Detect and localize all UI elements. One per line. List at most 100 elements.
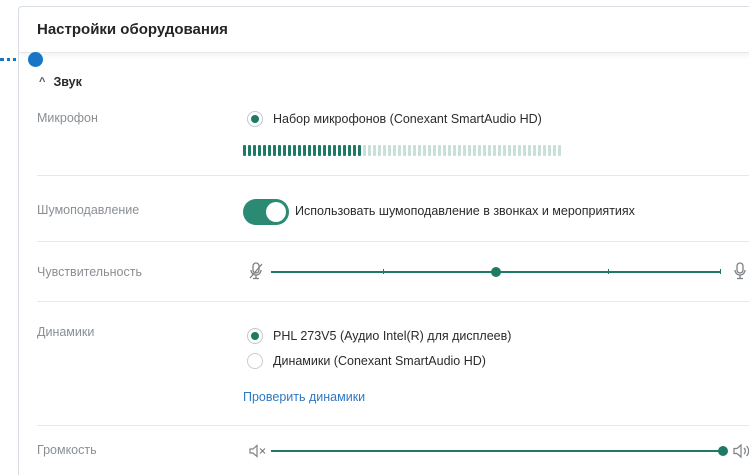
level-bar: [553, 145, 556, 156]
speaker-option-1[interactable]: PHL 273V5 (Аудио Intel(R) для дисплеев): [247, 328, 511, 344]
level-bar: [428, 145, 431, 156]
level-bar: [313, 145, 316, 156]
mic-muted-icon: [249, 262, 263, 280]
level-bar: [343, 145, 346, 156]
level-bar: [413, 145, 416, 156]
volume-up-icon: [733, 443, 749, 459]
level-bar: [538, 145, 541, 156]
level-bar: [423, 145, 426, 156]
level-bar: [508, 145, 511, 156]
hardware-settings-panel: Настройки оборудования ^ Звук Микрофон Н…: [18, 6, 749, 475]
level-bar: [473, 145, 476, 156]
level-bar: [488, 145, 491, 156]
level-bar: [483, 145, 486, 156]
level-bar: [558, 145, 561, 156]
section-sound-title: Звук: [53, 75, 82, 89]
noise-suppression-toggle[interactable]: [243, 199, 289, 225]
level-bar: [513, 145, 516, 156]
noise-suppression-label: Шумоподавление: [37, 203, 140, 217]
level-bar: [518, 145, 521, 156]
section-sound-header[interactable]: ^ Звук: [39, 75, 82, 89]
level-bar: [283, 145, 286, 156]
level-bar: [318, 145, 321, 156]
divider: [37, 301, 749, 302]
chevron-up-icon: ^: [39, 76, 46, 88]
slider-tick: [608, 269, 609, 274]
level-bar: [253, 145, 256, 156]
level-bar: [353, 145, 356, 156]
level-bar: [323, 145, 326, 156]
level-bar: [273, 145, 276, 156]
level-bar: [248, 145, 251, 156]
level-bar: [548, 145, 551, 156]
speakers-label: Динамики: [37, 325, 95, 339]
radio-selected-icon: [247, 328, 263, 344]
slider-tick: [383, 269, 384, 274]
microphone-level-meter: [243, 145, 561, 156]
level-bar: [398, 145, 401, 156]
sensitivity-label: Чувствительность: [37, 265, 142, 279]
level-bar: [533, 145, 536, 156]
level-bar: [278, 145, 281, 156]
level-bar: [463, 145, 466, 156]
divider: [37, 241, 749, 242]
divider: [37, 175, 749, 176]
level-bar: [243, 145, 246, 156]
level-bar: [293, 145, 296, 156]
radio-unselected-icon: [247, 353, 263, 369]
level-bar: [363, 145, 366, 156]
test-speakers-link[interactable]: Проверить динамики: [243, 390, 365, 404]
level-bar: [443, 145, 446, 156]
level-bar: [408, 145, 411, 156]
level-bar: [348, 145, 351, 156]
level-bar: [458, 145, 461, 156]
level-bar: [328, 145, 331, 156]
level-bar: [393, 145, 396, 156]
level-bar: [498, 145, 501, 156]
speaker-option-2[interactable]: Динамики (Conexant SmartAudio HD): [247, 353, 486, 369]
level-bar: [263, 145, 266, 156]
connector-node: [28, 52, 43, 67]
noise-suppression-toggle-label: Использовать шумоподавление в звонках и …: [295, 204, 635, 218]
level-bar: [258, 145, 261, 156]
mic-icon: [734, 262, 746, 280]
divider: [37, 425, 749, 426]
level-bar: [358, 145, 361, 156]
microphone-label: Микрофон: [37, 111, 98, 125]
radio-selected-icon: [247, 111, 263, 127]
level-bar: [478, 145, 481, 156]
level-bar: [308, 145, 311, 156]
level-bar: [338, 145, 341, 156]
level-bar: [543, 145, 546, 156]
slider-tick: [720, 269, 721, 274]
microphone-option[interactable]: Набор микрофонов (Conexant SmartAudio HD…: [247, 111, 542, 127]
level-bar: [378, 145, 381, 156]
level-bar: [523, 145, 526, 156]
panel-title: Настройки оборудования: [19, 7, 749, 53]
level-bar: [268, 145, 271, 156]
level-bar: [528, 145, 531, 156]
slider-track: [271, 450, 723, 452]
volume-label: Громкость: [37, 443, 97, 457]
level-bar: [303, 145, 306, 156]
level-bar: [368, 145, 371, 156]
level-bar: [298, 145, 301, 156]
sensitivity-slider-thumb[interactable]: [491, 267, 501, 277]
level-bar: [503, 145, 506, 156]
volume-mute-icon: [249, 444, 266, 458]
level-bar: [453, 145, 456, 156]
volume-slider-thumb[interactable]: [718, 446, 728, 456]
level-bar: [288, 145, 291, 156]
level-bar: [333, 145, 336, 156]
level-bar: [383, 145, 386, 156]
level-bar: [433, 145, 436, 156]
speaker-option-2-label: Динамики (Conexant SmartAudio HD): [273, 354, 486, 368]
level-bar: [418, 145, 421, 156]
level-bar: [493, 145, 496, 156]
level-bar: [388, 145, 391, 156]
level-bar: [403, 145, 406, 156]
microphone-option-label: Набор микрофонов (Conexant SmartAudio HD…: [273, 112, 542, 126]
level-bar: [468, 145, 471, 156]
level-bar: [438, 145, 441, 156]
level-bar: [373, 145, 376, 156]
